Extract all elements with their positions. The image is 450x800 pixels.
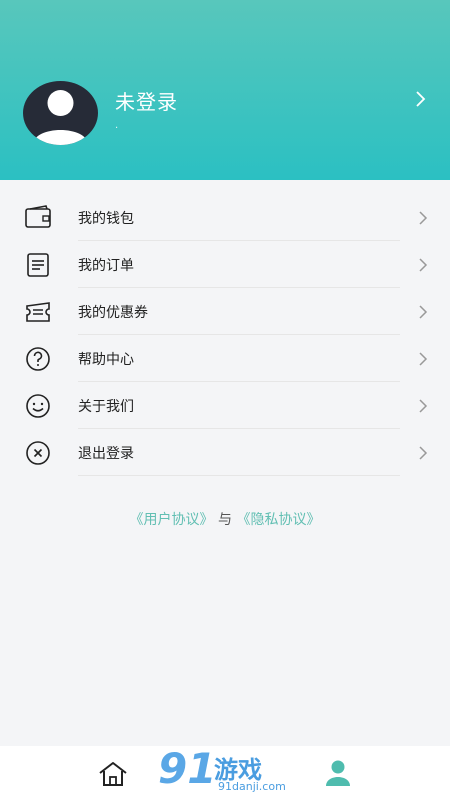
menu-list: 我的钱包 我的订单 我的优惠券 帮助中心 关于我们 退出登录 xyxy=(0,180,450,476)
menu-item-label: 我的钱包 xyxy=(78,211,134,227)
default-avatar-icon xyxy=(33,90,88,145)
order-list-icon xyxy=(27,253,49,277)
avatar[interactable] xyxy=(23,81,98,145)
profile-header[interactable]: 未登录 . xyxy=(0,0,450,180)
help-circle-icon xyxy=(26,347,50,371)
watermark-domain: 91danji.com xyxy=(218,780,286,793)
chevron-right-icon xyxy=(419,211,428,225)
menu-item-orders[interactable]: 我的订单 xyxy=(0,241,450,288)
menu-item-label: 我的优惠券 xyxy=(78,305,148,321)
chevron-right-icon xyxy=(419,352,428,366)
menu-item-wallet[interactable]: 我的钱包 xyxy=(0,194,450,241)
home-icon[interactable] xyxy=(97,760,129,788)
menu-item-coupons[interactable]: 我的优惠券 xyxy=(0,288,450,335)
person-icon[interactable] xyxy=(324,759,352,787)
menu-item-label: 退出登录 xyxy=(78,446,134,462)
divider xyxy=(78,475,400,476)
profile-subtitle: . xyxy=(115,120,119,131)
menu-item-label: 帮助中心 xyxy=(78,352,134,368)
menu-item-label: 关于我们 xyxy=(78,399,134,415)
chevron-right-icon xyxy=(419,258,428,272)
coupon-icon xyxy=(26,302,50,322)
chevron-right-icon xyxy=(419,446,428,460)
chevron-right-icon[interactable] xyxy=(415,90,427,108)
menu-item-logout[interactable]: 退出登录 xyxy=(0,429,450,476)
agreements-line: 《用户协议》 与 《隐私协议》 xyxy=(0,509,450,529)
user-agreement-link[interactable]: 《用户协议》 xyxy=(130,512,214,528)
privacy-policy-link[interactable]: 《隐私协议》 xyxy=(236,512,320,528)
close-circle-icon xyxy=(26,441,50,465)
watermark-logo: 91 游戏 91danji.com xyxy=(158,744,298,798)
agreements-conjunction: 与 xyxy=(218,512,232,528)
smile-icon xyxy=(26,394,50,418)
watermark-number: 91 xyxy=(158,744,217,793)
login-status[interactable]: 未登录 xyxy=(115,86,178,115)
menu-item-help[interactable]: 帮助中心 xyxy=(0,335,450,382)
chevron-right-icon xyxy=(419,399,428,413)
menu-item-label: 我的订单 xyxy=(78,258,134,274)
menu-item-about[interactable]: 关于我们 xyxy=(0,382,450,429)
chevron-right-icon xyxy=(419,305,428,319)
wallet-icon xyxy=(25,205,51,228)
